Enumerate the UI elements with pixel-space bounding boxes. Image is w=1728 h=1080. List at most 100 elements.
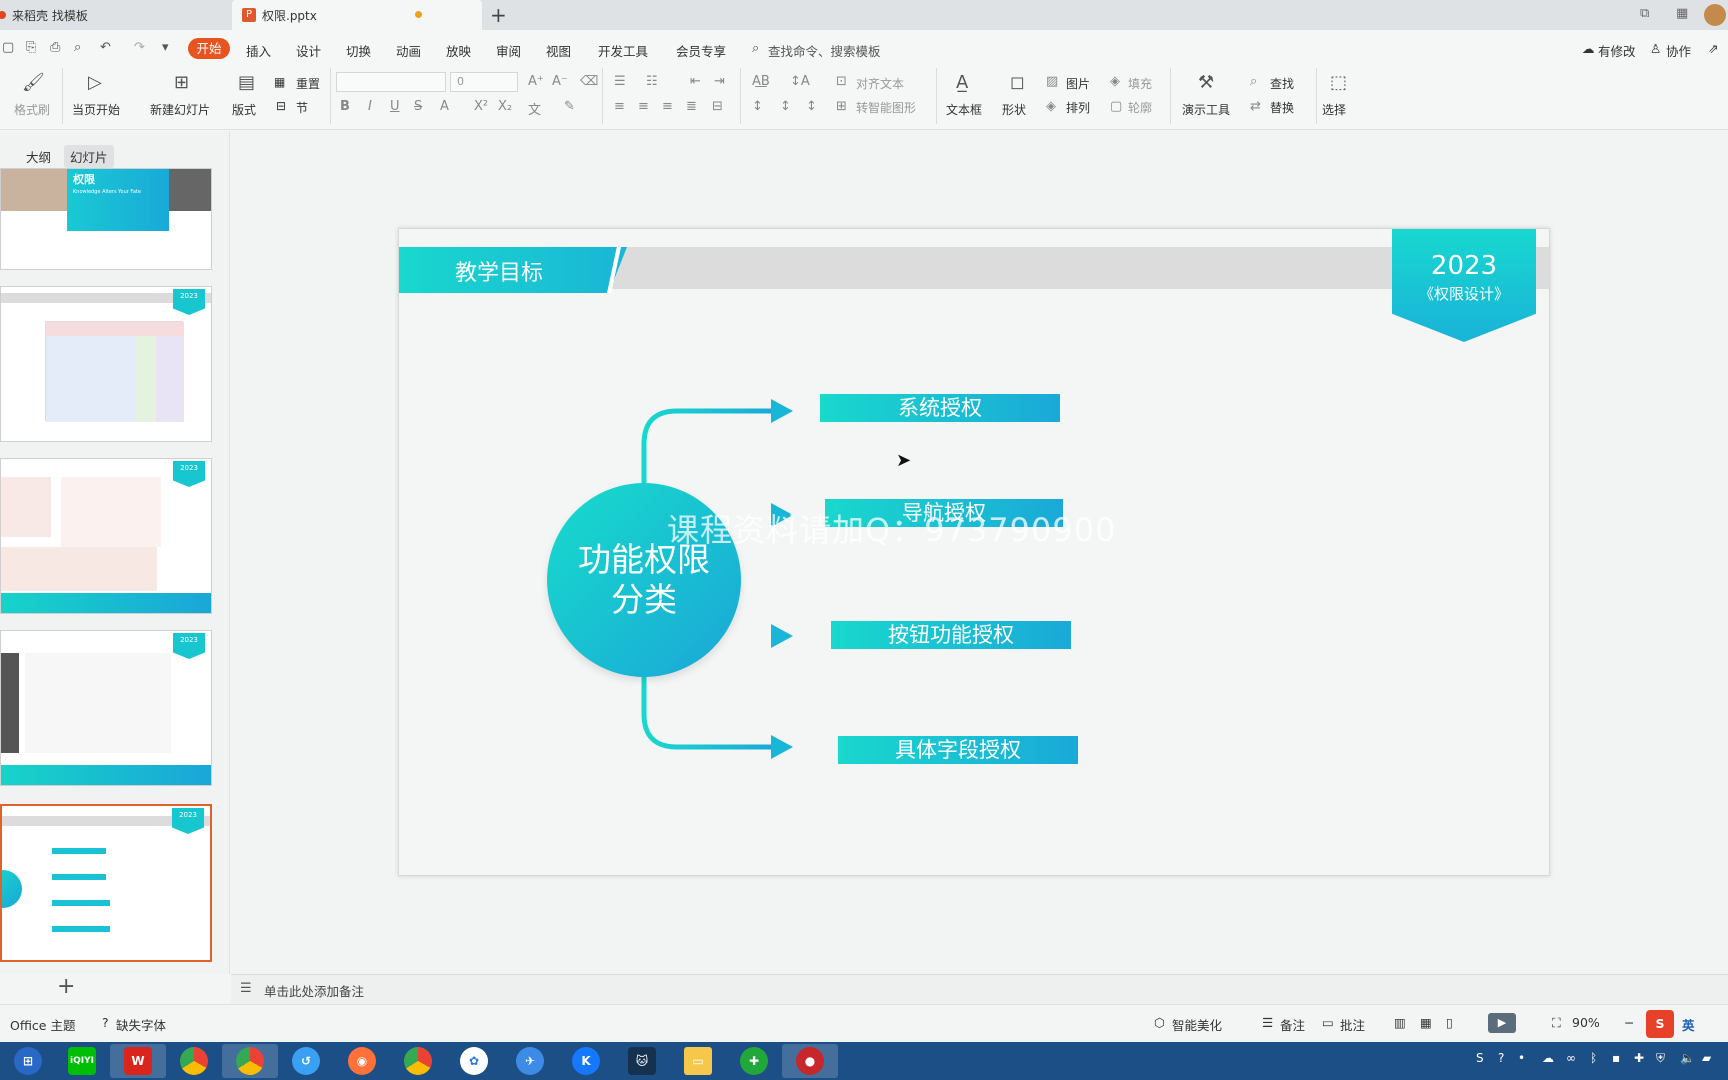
- justify-icon[interactable]: ≣: [686, 99, 697, 114]
- font-color-icon[interactable]: A: [440, 99, 449, 114]
- section-label[interactable]: 节: [296, 99, 308, 116]
- undo-icon[interactable]: ↶: [100, 40, 111, 55]
- reset-label[interactable]: 重置: [296, 75, 320, 92]
- find-label[interactable]: 查找: [1270, 75, 1294, 92]
- underline-icon[interactable]: U: [390, 99, 400, 114]
- highlight-icon[interactable]: ✎: [564, 99, 575, 114]
- 360-icon[interactable]: ✚: [726, 1044, 782, 1078]
- align-text-icon[interactable]: ⊡: [836, 74, 847, 89]
- font-grow-icon[interactable]: A⁺: [528, 74, 544, 89]
- line-spacing-icon[interactable]: ↕A: [790, 74, 810, 89]
- arrange-label[interactable]: 排列: [1066, 99, 1090, 116]
- textbox-label[interactable]: 文本框: [946, 101, 982, 118]
- select-icon[interactable]: ⬚: [1330, 72, 1347, 93]
- outline-label[interactable]: 轮廓: [1128, 99, 1152, 116]
- replace-icon[interactable]: ⇄: [1250, 99, 1261, 114]
- chrome-beta-icon[interactable]: [390, 1044, 446, 1078]
- tab-slides[interactable]: 幻灯片: [64, 145, 114, 168]
- arrange-icon[interactable]: ◈: [1046, 99, 1056, 114]
- chrome-icon[interactable]: [166, 1044, 222, 1078]
- notes-bar[interactable]: [231, 974, 1728, 1004]
- tray-help-icon[interactable]: ?: [1498, 1051, 1504, 1065]
- theme-label[interactable]: Office 主题: [10, 1015, 75, 1034]
- slide-thumbnail-3[interactable]: 2023: [0, 458, 212, 614]
- spacing-before-icon[interactable]: ↕: [780, 99, 791, 114]
- spacing-icon[interactable]: ↕: [752, 99, 763, 114]
- fit-icon[interactable]: ⛶: [1552, 1015, 1561, 1031]
- missing-font-label[interactable]: 缺失字体: [116, 1015, 166, 1034]
- layout-label[interactable]: 版式: [232, 101, 256, 118]
- tray-app-icon[interactable]: ▪: [1612, 1051, 1620, 1065]
- menu-design[interactable]: 设计: [296, 41, 321, 60]
- zoom-level[interactable]: 90%: [1572, 1015, 1600, 1030]
- slide-thumbnail-4[interactable]: 2023: [0, 630, 212, 786]
- redo-icon[interactable]: ↷: [134, 40, 145, 55]
- menu-animation[interactable]: 动画: [396, 41, 421, 60]
- smart-beautify-label[interactable]: 智能美化: [1172, 1015, 1222, 1034]
- menu-insert[interactable]: 插入: [246, 41, 271, 60]
- sorter-view-icon[interactable]: ▦: [1420, 1015, 1432, 1030]
- picture-icon[interactable]: ▨: [1046, 74, 1058, 89]
- preview-icon[interactable]: ⌕: [74, 40, 81, 55]
- section-icon[interactable]: ⊟: [276, 99, 286, 113]
- slide-thumbnail-1[interactable]: 权限 Knowledge Alters Your Fate: [0, 168, 212, 270]
- tab-document[interactable]: P 权限.pptx: [232, 0, 482, 30]
- export-icon[interactable]: ⎘: [26, 40, 36, 55]
- slide[interactable]: 教学目标 2023 《权限设计》 功能权限 分类 系统授权 导航授权 按钮功能授…: [398, 228, 1550, 876]
- select-label[interactable]: 选择: [1322, 101, 1346, 118]
- ime-mode[interactable]: 英: [1682, 1015, 1695, 1034]
- spacing-after-icon[interactable]: ↕: [806, 99, 817, 114]
- reading-view-icon[interactable]: ▯: [1446, 1015, 1453, 1030]
- layout-icon[interactable]: ▤: [238, 72, 255, 93]
- menu-transition[interactable]: 切换: [346, 41, 371, 60]
- text-direction-icon[interactable]: A͟B: [752, 74, 770, 89]
- play-from-current-icon[interactable]: ▷: [88, 72, 102, 93]
- tab-template[interactable]: 来稻壳 找模板: [0, 0, 232, 30]
- command-search[interactable]: 查找命令、搜索模板: [768, 41, 881, 60]
- share-icon[interactable]: ⇗: [1708, 41, 1718, 56]
- notes-toggle-label[interactable]: 备注: [1280, 1015, 1305, 1034]
- add-slide-button[interactable]: +: [57, 974, 75, 999]
- chrome-profile-icon[interactable]: [222, 1044, 278, 1078]
- menu-review[interactable]: 审阅: [496, 41, 521, 60]
- bullets-icon[interactable]: ☰: [614, 74, 626, 89]
- normal-view-icon[interactable]: ▥: [1394, 1015, 1406, 1030]
- subscript-icon[interactable]: X₂: [498, 99, 512, 114]
- cat-app-icon[interactable]: 🐱: [614, 1044, 670, 1078]
- branch-button[interactable]: 按钮功能授权: [831, 621, 1071, 649]
- grid-icon[interactable]: ▦: [1676, 6, 1688, 21]
- tray-bluetooth-icon[interactable]: ᛒ: [1590, 1051, 1597, 1065]
- print-icon[interactable]: ⎙: [50, 40, 60, 55]
- numbering-icon[interactable]: ☷: [646, 74, 658, 89]
- slide-thumbnail-2[interactable]: 2023: [0, 286, 212, 442]
- picture-label[interactable]: 图片: [1066, 75, 1090, 92]
- phonetic-icon[interactable]: 文: [528, 99, 541, 118]
- format-painter-icon[interactable]: 🖌: [22, 72, 45, 93]
- shape-label[interactable]: 形状: [1002, 101, 1026, 118]
- tray-shield-icon[interactable]: ⛨: [1656, 1051, 1665, 1066]
- window-layout-icon[interactable]: ⧉: [1640, 6, 1649, 21]
- reset-icon[interactable]: ▦: [274, 75, 285, 89]
- menu-member[interactable]: 会员专享: [676, 41, 726, 60]
- find-icon[interactable]: ⌕: [1250, 74, 1257, 89]
- sogou-ime-icon[interactable]: S: [1646, 1010, 1674, 1038]
- bold-icon[interactable]: B: [340, 99, 350, 114]
- tencent-meeting-icon[interactable]: ✿: [446, 1044, 502, 1078]
- k-app-icon[interactable]: K: [558, 1044, 614, 1078]
- has-changes-label[interactable]: 有修改: [1598, 41, 1636, 60]
- firefox-icon[interactable]: ◉: [334, 1044, 390, 1078]
- shape-icon[interactable]: ◻: [1010, 72, 1025, 93]
- feishu-icon[interactable]: ↺: [278, 1044, 334, 1078]
- iqiyi-icon[interactable]: iQIYI: [54, 1044, 110, 1078]
- menu-view[interactable]: 视图: [546, 41, 571, 60]
- smart-shape-label[interactable]: 转智能图形: [856, 99, 916, 116]
- smart-shape-icon[interactable]: ⊞: [836, 99, 847, 114]
- new-slide-label[interactable]: 新建幻灯片: [150, 101, 210, 118]
- menu-slideshow[interactable]: 放映: [446, 41, 471, 60]
- present-tools-icon[interactable]: ⚒: [1198, 72, 1214, 93]
- indent-icon[interactable]: ⇥: [714, 74, 725, 89]
- font-name-select[interactable]: [336, 72, 446, 92]
- start-button[interactable]: ⊞: [0, 1044, 56, 1078]
- collaborate-label[interactable]: 协作: [1666, 41, 1691, 60]
- wps-icon[interactable]: W: [110, 1044, 166, 1078]
